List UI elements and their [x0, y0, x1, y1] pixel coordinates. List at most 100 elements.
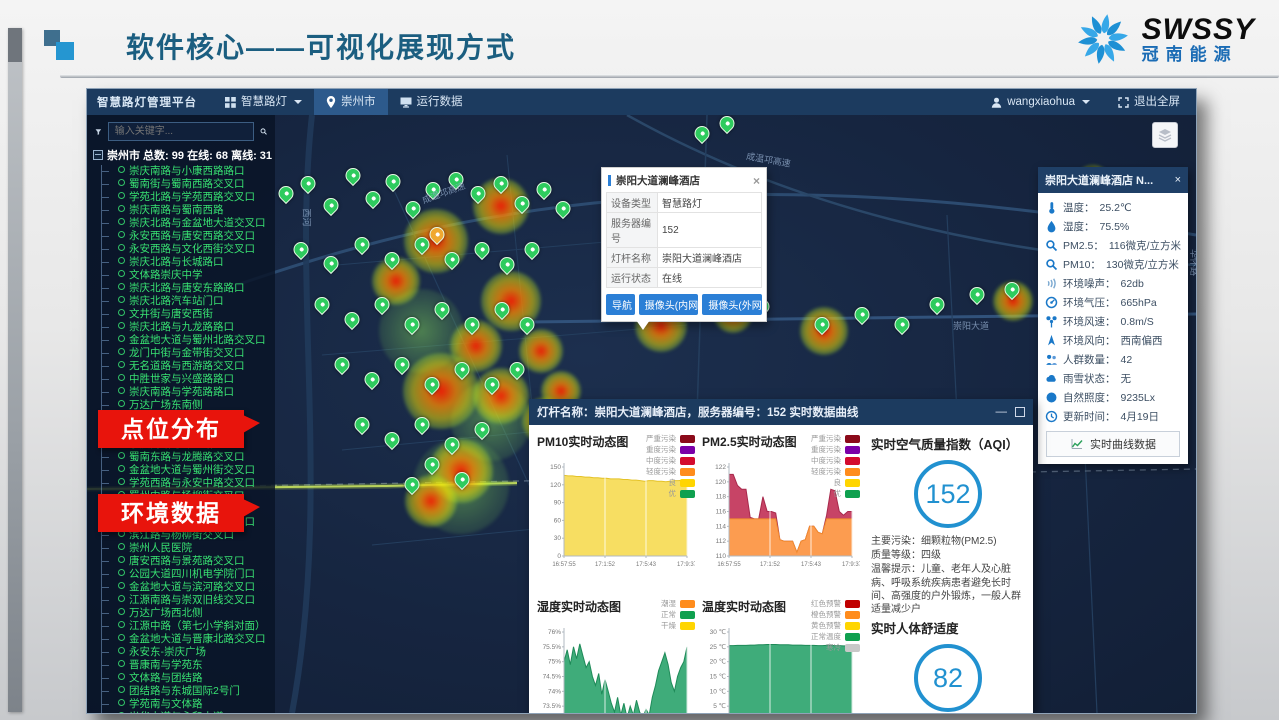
search-input[interactable] — [108, 122, 254, 141]
pm10-chart: PM10实时动态图严重污染重度污染中度污染轻度污染良优0306090120150… — [535, 430, 698, 595]
filter-icon[interactable] — [95, 126, 102, 138]
tree-item[interactable]: 中胜世家与兴盛路路口 — [102, 373, 275, 386]
minimize-icon[interactable]: — — [996, 406, 1008, 418]
tree-item[interactable]: 崇庆北路与唐安东路路口 — [102, 282, 275, 295]
slide-left-bar — [8, 28, 22, 712]
tree-item[interactable]: 金盆地大道与晋康北路交叉口 — [102, 633, 275, 646]
camera-external-button[interactable]: 摄像头(外网) — [702, 294, 762, 315]
tree-item[interactable]: 崇庆北路与金盆地大道交叉口 — [102, 217, 275, 230]
tree-item[interactable]: 金盆地大道与滨河路交叉口 — [102, 581, 275, 594]
tree-item[interactable]: 金盆地大道与蜀州北路交叉口 — [102, 334, 275, 347]
navigate-button[interactable]: 导航 — [606, 294, 635, 315]
tree-item[interactable]: 崇庆北路与九龙路路口 — [102, 321, 275, 334]
svg-text:60: 60 — [554, 517, 562, 524]
road-label: 华怀路 — [1188, 249, 1196, 276]
restore-window-icon[interactable] — [1015, 407, 1025, 417]
lamp-node-icon — [118, 218, 125, 225]
camera-internal-button[interactable]: 摄像头(内网) — [639, 294, 699, 315]
svg-text:150: 150 — [550, 464, 561, 471]
tree-item[interactable]: 学苑北路与学苑西路交叉口 — [102, 191, 275, 204]
lamp-node-icon — [118, 569, 125, 576]
env-data-row: 人群数量：42 — [1045, 350, 1181, 369]
svg-text:15 ℃: 15 ℃ — [710, 673, 726, 681]
tree-item[interactable]: 唐安西路与景苑路交叉口 — [102, 555, 275, 568]
noise-icon — [1045, 277, 1058, 290]
tree-item[interactable]: 光华大道与永和大道 — [102, 711, 275, 713]
env-data-row: 环境噪声：62db — [1045, 274, 1181, 293]
app-brand: 智慧路灯管理平台 — [87, 94, 213, 110]
lamp-node-icon — [118, 309, 125, 316]
tree-item[interactable]: 文井街与唐安西街 — [102, 308, 275, 321]
tree-item[interactable]: 永安东-崇庆广场 — [102, 646, 275, 659]
svg-text:112: 112 — [716, 538, 727, 545]
tree-item[interactable]: 崇庆北路与长城路口 — [102, 256, 275, 269]
tree-item[interactable]: 晋康南与学苑东 — [102, 659, 275, 672]
realtime-curve-button[interactable]: 实时曲线数据 — [1046, 431, 1180, 457]
user-icon — [991, 97, 1002, 108]
svg-text:74.5%: 74.5% — [543, 674, 562, 681]
device-info-table: 设备类型智慧路灯 服务器编号152 灯杆名称崇阳大道澜峰酒店 运行状态在线 — [606, 192, 762, 288]
tree-item[interactable]: 龙门中街与金带街交叉口 — [102, 347, 275, 360]
aqi-title: 实时空气质量指数（AQI） — [871, 434, 1025, 453]
tree-item[interactable]: 江源中路（第七小学斜对面） — [102, 620, 275, 633]
tree-item[interactable]: 崇州人民医院 — [102, 542, 275, 555]
tree-item[interactable]: 蜀南东路与龙腾路交叉口 — [102, 451, 275, 464]
aqi-summary-column: 实时空气质量指数（AQI） 152 主要污染：细颗粒物(PM2.5) 质量等级：… — [865, 430, 1027, 713]
svg-text:90: 90 — [554, 500, 562, 507]
tree-item[interactable]: 学苑南与文体路 — [102, 698, 275, 711]
tree-item[interactable]: 崇庆南路与小康西路路口 — [102, 165, 275, 178]
search-icon[interactable] — [260, 125, 267, 138]
chart-panel-titlebar[interactable]: 灯杆名称：崇阳大道澜峰酒店，服务器编号：152 实时数据曲线 — — [529, 399, 1033, 425]
svg-text:120: 120 — [550, 482, 561, 489]
svg-text:10 ℃: 10 ℃ — [710, 688, 726, 696]
tree-item[interactable]: 文体路崇庆中学 — [102, 269, 275, 282]
lamp-node-icon — [118, 348, 125, 355]
collapse-icon[interactable] — [93, 150, 103, 160]
lamp-node-icon — [118, 166, 125, 173]
map-layers-button[interactable] — [1152, 122, 1178, 148]
env-panel-title: 崇阳大道澜峰酒店 N... — [1045, 172, 1153, 188]
device-info-popup: 崇阳大道澜峰酒店 × 设备类型智慧路灯 服务器编号152 灯杆名称崇阳大道澜峰酒… — [601, 167, 767, 322]
tree-item[interactable]: 永安西路与文化西街交叉口 — [102, 243, 275, 256]
pm25-chart: PM2.5实时动态图严重污染重度污染中度污染轻度污染良优110112114116… — [700, 430, 863, 595]
tree-item[interactable]: 蜀南街与蜀南西路交叉口 — [102, 178, 275, 191]
tree-item[interactable]: 学苑西路与永安中路交叉口 — [102, 477, 275, 490]
tree-item[interactable]: 崇庆南路与蜀南西路 — [102, 204, 275, 217]
nav-item-smart-lamp[interactable]: 智慧路灯 — [213, 89, 314, 115]
env-data-row: 环境气压：665hPa — [1045, 293, 1181, 312]
magnifier-icon — [1045, 239, 1058, 252]
pressure-icon — [1045, 296, 1058, 309]
tree-item[interactable]: 金盆地大道与蜀州街交叉口 — [102, 464, 275, 477]
tree-item[interactable]: 崇庆南路与学苑路路口 — [102, 386, 275, 399]
tree-item[interactable]: 文体路与团结路 — [102, 672, 275, 685]
slide-title: 软件核心——可视化展现方式 — [126, 26, 516, 66]
app-window: 智慧路灯管理平台 智慧路灯 崇州市 运行数据 — [86, 88, 1197, 714]
svg-text:16:57:55: 16:57:55 — [717, 562, 741, 568]
comfort-value-badge: 82 — [914, 644, 982, 712]
environment-data-panel: 崇阳大道澜峰酒店 N... × 温度：25.2℃湿度：75.5%PM2.5：11… — [1038, 167, 1188, 464]
tree-item[interactable]: 公园大道四川机电学院门口 — [102, 568, 275, 581]
user-menu[interactable]: wangxiaohua — [979, 89, 1102, 115]
droplet-icon — [1045, 220, 1058, 233]
tree-item[interactable]: 江源南路与崇双旧线交叉口 — [102, 594, 275, 607]
env-data-row: 自然照度：9235Lx — [1045, 388, 1181, 407]
tree-item[interactable]: 万达广场西北侧 — [102, 607, 275, 620]
tree-item[interactable]: 崇庆北路汽车站门口 — [102, 295, 275, 308]
lamp-node-icon — [118, 335, 125, 342]
tree-root-node[interactable]: 崇州市 总数: 99 在线: 68 离线: 31 — [93, 147, 271, 163]
close-icon[interactable]: × — [753, 176, 760, 186]
svg-text:76%: 76% — [548, 629, 561, 636]
map-canvas[interactable]: 成温邛高速成温邛高速崇阳大道崇阳大道华怀路西河 — [87, 115, 1196, 713]
tree-item[interactable]: 团结路与东城国际2号门 — [102, 685, 275, 698]
tree-item[interactable]: 永安西路与唐安西路交叉口 — [102, 230, 275, 243]
exit-fullscreen-button[interactable]: 退出全屏 — [1106, 89, 1196, 115]
lamp-node-icon — [118, 608, 125, 615]
road-label: 崇阳大道 — [953, 319, 989, 332]
lamp-node-icon — [118, 465, 125, 472]
svg-text:17:9:37: 17:9:37 — [677, 562, 695, 568]
nav-item-city[interactable]: 崇州市 — [314, 89, 388, 115]
nav-item-running-data[interactable]: 运行数据 — [388, 89, 475, 115]
close-icon[interactable]: × — [1175, 174, 1181, 186]
env-data-row: PM2.5：116微克/立方米 — [1045, 236, 1181, 255]
tree-item[interactable]: 无名道路与西游路交叉口 — [102, 360, 275, 373]
